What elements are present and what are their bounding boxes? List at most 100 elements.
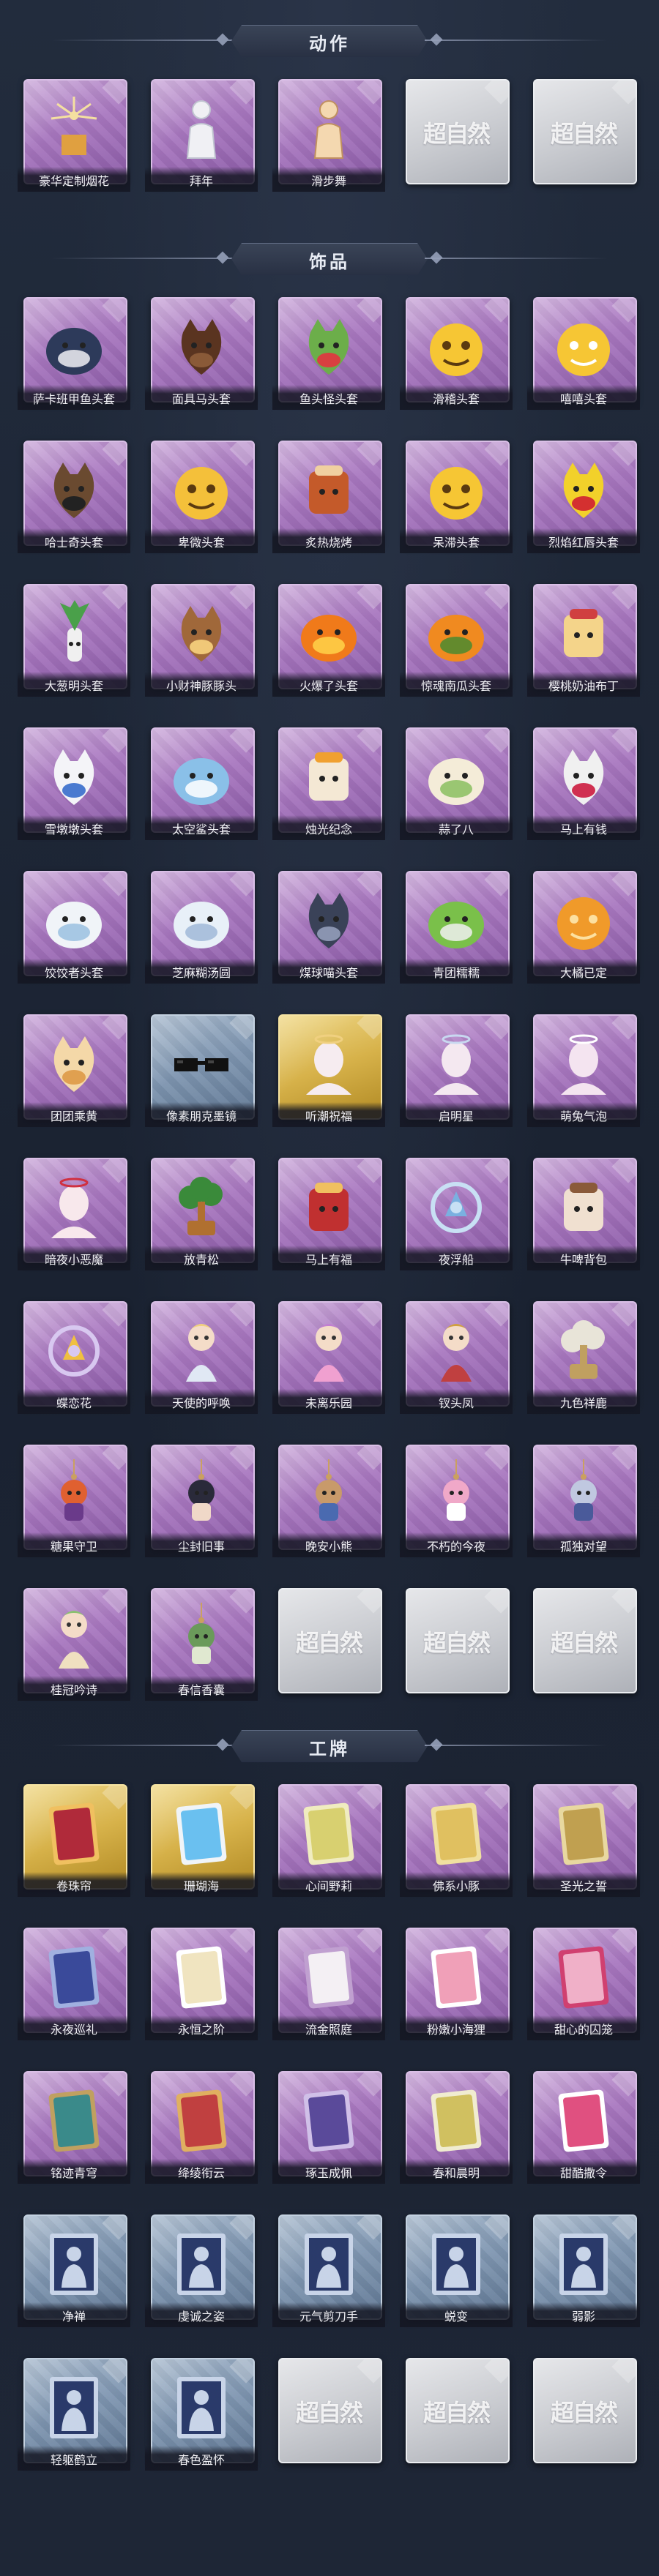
item-card[interactable]: 绛绫衔云 [145,2071,258,2188]
item-label: 拜年 [145,167,258,192]
item-card[interactable]: 卑微头套 [145,441,258,558]
item-card[interactable]: 小财神豚豚头 [145,584,258,701]
item-card[interactable]: 哈士奇头套 [18,441,130,558]
item-card[interactable]: 春和晨明 [400,2071,513,2188]
item-frame: 超自然 [406,79,510,184]
item-card[interactable]: 蝶恋花 [18,1301,130,1418]
item-card[interactable]: 豪华定制烟花 [18,79,130,196]
item-card[interactable]: 萌兔气泡 [527,1014,640,1131]
item-card[interactable]: 火爆了头套 [272,584,385,701]
item-card[interactable]: 呆滞头套 [400,441,513,558]
item-card[interactable]: 琢玉成佩 [272,2071,385,2188]
item-card[interactable]: 惊魂南瓜头套 [400,584,513,701]
item-card[interactable]: 烈焰红唇头套 [527,441,640,558]
item-card[interactable]: 面具马头套 [145,297,258,414]
item-card[interactable]: 拜年 [145,79,258,196]
item-card[interactable]: 未离乐园 [272,1301,385,1418]
item-card[interactable]: 不朽的今夜 [400,1445,513,1562]
item-card[interactable]: 雪墩墩头套 [18,727,130,845]
item-label: 虔诚之姿 [145,2302,258,2327]
item-card[interactable]: 马上有钱 [527,727,640,845]
item-card[interactable]: 铭迹青穹 [18,2071,130,2188]
empty-slot-card[interactable]: 超自然 [406,79,510,196]
item-card[interactable]: 净禅 [18,2214,130,2332]
item-card[interactable]: 九色祥鹿 [527,1301,640,1418]
item-card[interactable]: 永恒之阶 [145,1928,258,2045]
item-card[interactable]: 永夜巡礼 [18,1928,130,2045]
item-card[interactable]: 圣光之誓 [527,1784,640,1901]
item-card[interactable]: 佛系小豚 [400,1784,513,1901]
item-card[interactable]: 卷珠帘 [18,1784,130,1901]
item-label: 炙热烧烤 [272,528,385,553]
pink-pendant-icon [423,1459,489,1530]
item-card[interactable]: 钗头凤 [400,1301,513,1418]
empty-slot-card[interactable]: 超自然 [278,1588,382,1705]
item-card[interactable]: 蜕变 [400,2214,513,2332]
item-card[interactable]: 甜心的囚笼 [527,1928,640,2045]
item-card[interactable]: 大橘已定 [527,871,640,988]
item-card[interactable]: 甜酷撒令 [527,2071,640,2188]
item-card[interactable]: 尘封旧事 [145,1445,258,1562]
item-label: 豪华定制烟花 [18,167,130,192]
card-blue-icon [168,1799,234,1869]
item-card[interactable]: 太空鲨头套 [145,727,258,845]
item-card[interactable]: 春色盈怀 [145,2358,258,2475]
empty-slot-card[interactable]: 超自然 [533,1588,637,1705]
item-card[interactable]: 炙热烧烤 [272,441,385,558]
item-card[interactable]: 暗夜小恶魔 [18,1158,130,1275]
item-card[interactable]: 虔诚之姿 [145,2214,258,2332]
item-card[interactable]: 晚安小熊 [272,1445,385,1562]
item-card[interactable]: 樱桃奶油布丁 [527,584,640,701]
item-card[interactable]: 牛啤背包 [527,1158,640,1275]
item-card[interactable]: 粉嫩小海狸 [400,1928,513,2045]
empty-slot-card[interactable]: 超自然 [406,2358,510,2475]
item-label: 青团糯糯 [400,959,513,984]
item-card[interactable]: 嘻嘻头套 [527,297,640,414]
item-card[interactable]: 滑步舞 [272,79,385,196]
item-card[interactable]: 桂冠吟诗 [18,1588,130,1705]
item-label: 萨卡班甲鱼头套 [18,385,130,410]
item-label: 尘封旧事 [145,1532,258,1557]
item-card[interactable]: 团团乘黄 [18,1014,130,1131]
item-card[interactable]: 珊瑚海 [145,1784,258,1901]
item-card[interactable]: 蒜了八 [400,727,513,845]
item-card[interactable]: 孤独对望 [527,1445,640,1562]
empty-slot-card[interactable]: 超自然 [406,1588,510,1705]
item-card[interactable]: 夜浮船 [400,1158,513,1275]
flame-head-icon [296,599,362,669]
item-card[interactable]: 启明星 [400,1014,513,1131]
item-card[interactable]: 春信香囊 [145,1588,258,1705]
item-card[interactable]: 大葱明头套 [18,584,130,701]
bow-gesture-icon [168,94,234,164]
item-card[interactable]: 听潮祝福 [272,1014,385,1131]
item-card[interactable]: 青团糯糯 [400,871,513,988]
item-card[interactable]: 饺饺者头套 [18,871,130,988]
item-card[interactable]: 烛光纪念 [272,727,385,845]
item-card[interactable]: 弱影 [527,2214,640,2332]
header-divider-line [425,40,608,41]
item-card[interactable]: 轻躯鹤立 [18,2358,130,2475]
item-card[interactable]: 萨卡班甲鱼头套 [18,297,130,414]
item-card[interactable]: 糖果守卫 [18,1445,130,1562]
item-card[interactable]: 像素朋克墨镜 [145,1014,258,1131]
item-card[interactable]: 流金照庭 [272,1928,385,2045]
section-title-banner: 工牌 [231,1730,428,1762]
item-card[interactable]: 滑稽头套 [400,297,513,414]
item-label: 马上有钱 [527,815,640,840]
item-card[interactable]: 心间野莉 [272,1784,385,1901]
empty-slot-card[interactable]: 超自然 [533,2358,637,2475]
item-label: 晚安小熊 [272,1532,385,1557]
empty-slot-card[interactable]: 超自然 [278,2358,382,2475]
item-card[interactable]: 煤球喵头套 [272,871,385,988]
item-label: 蝶恋花 [18,1389,130,1414]
item-card[interactable]: 元气剪刀手 [272,2214,385,2332]
item-card[interactable]: 鱼头怪头套 [272,297,385,414]
item-card[interactable]: 放青松 [145,1158,258,1275]
item-card[interactable]: 芝麻糊汤圆 [145,871,258,988]
pony-head-icon [551,742,617,812]
item-label: 心间野莉 [272,1872,385,1897]
card-crimson-icon [168,2086,234,2156]
item-card[interactable]: 马上有福 [272,1158,385,1275]
item-card[interactable]: 天使的呼唤 [145,1301,258,1418]
empty-slot-card[interactable]: 超自然 [533,79,637,196]
